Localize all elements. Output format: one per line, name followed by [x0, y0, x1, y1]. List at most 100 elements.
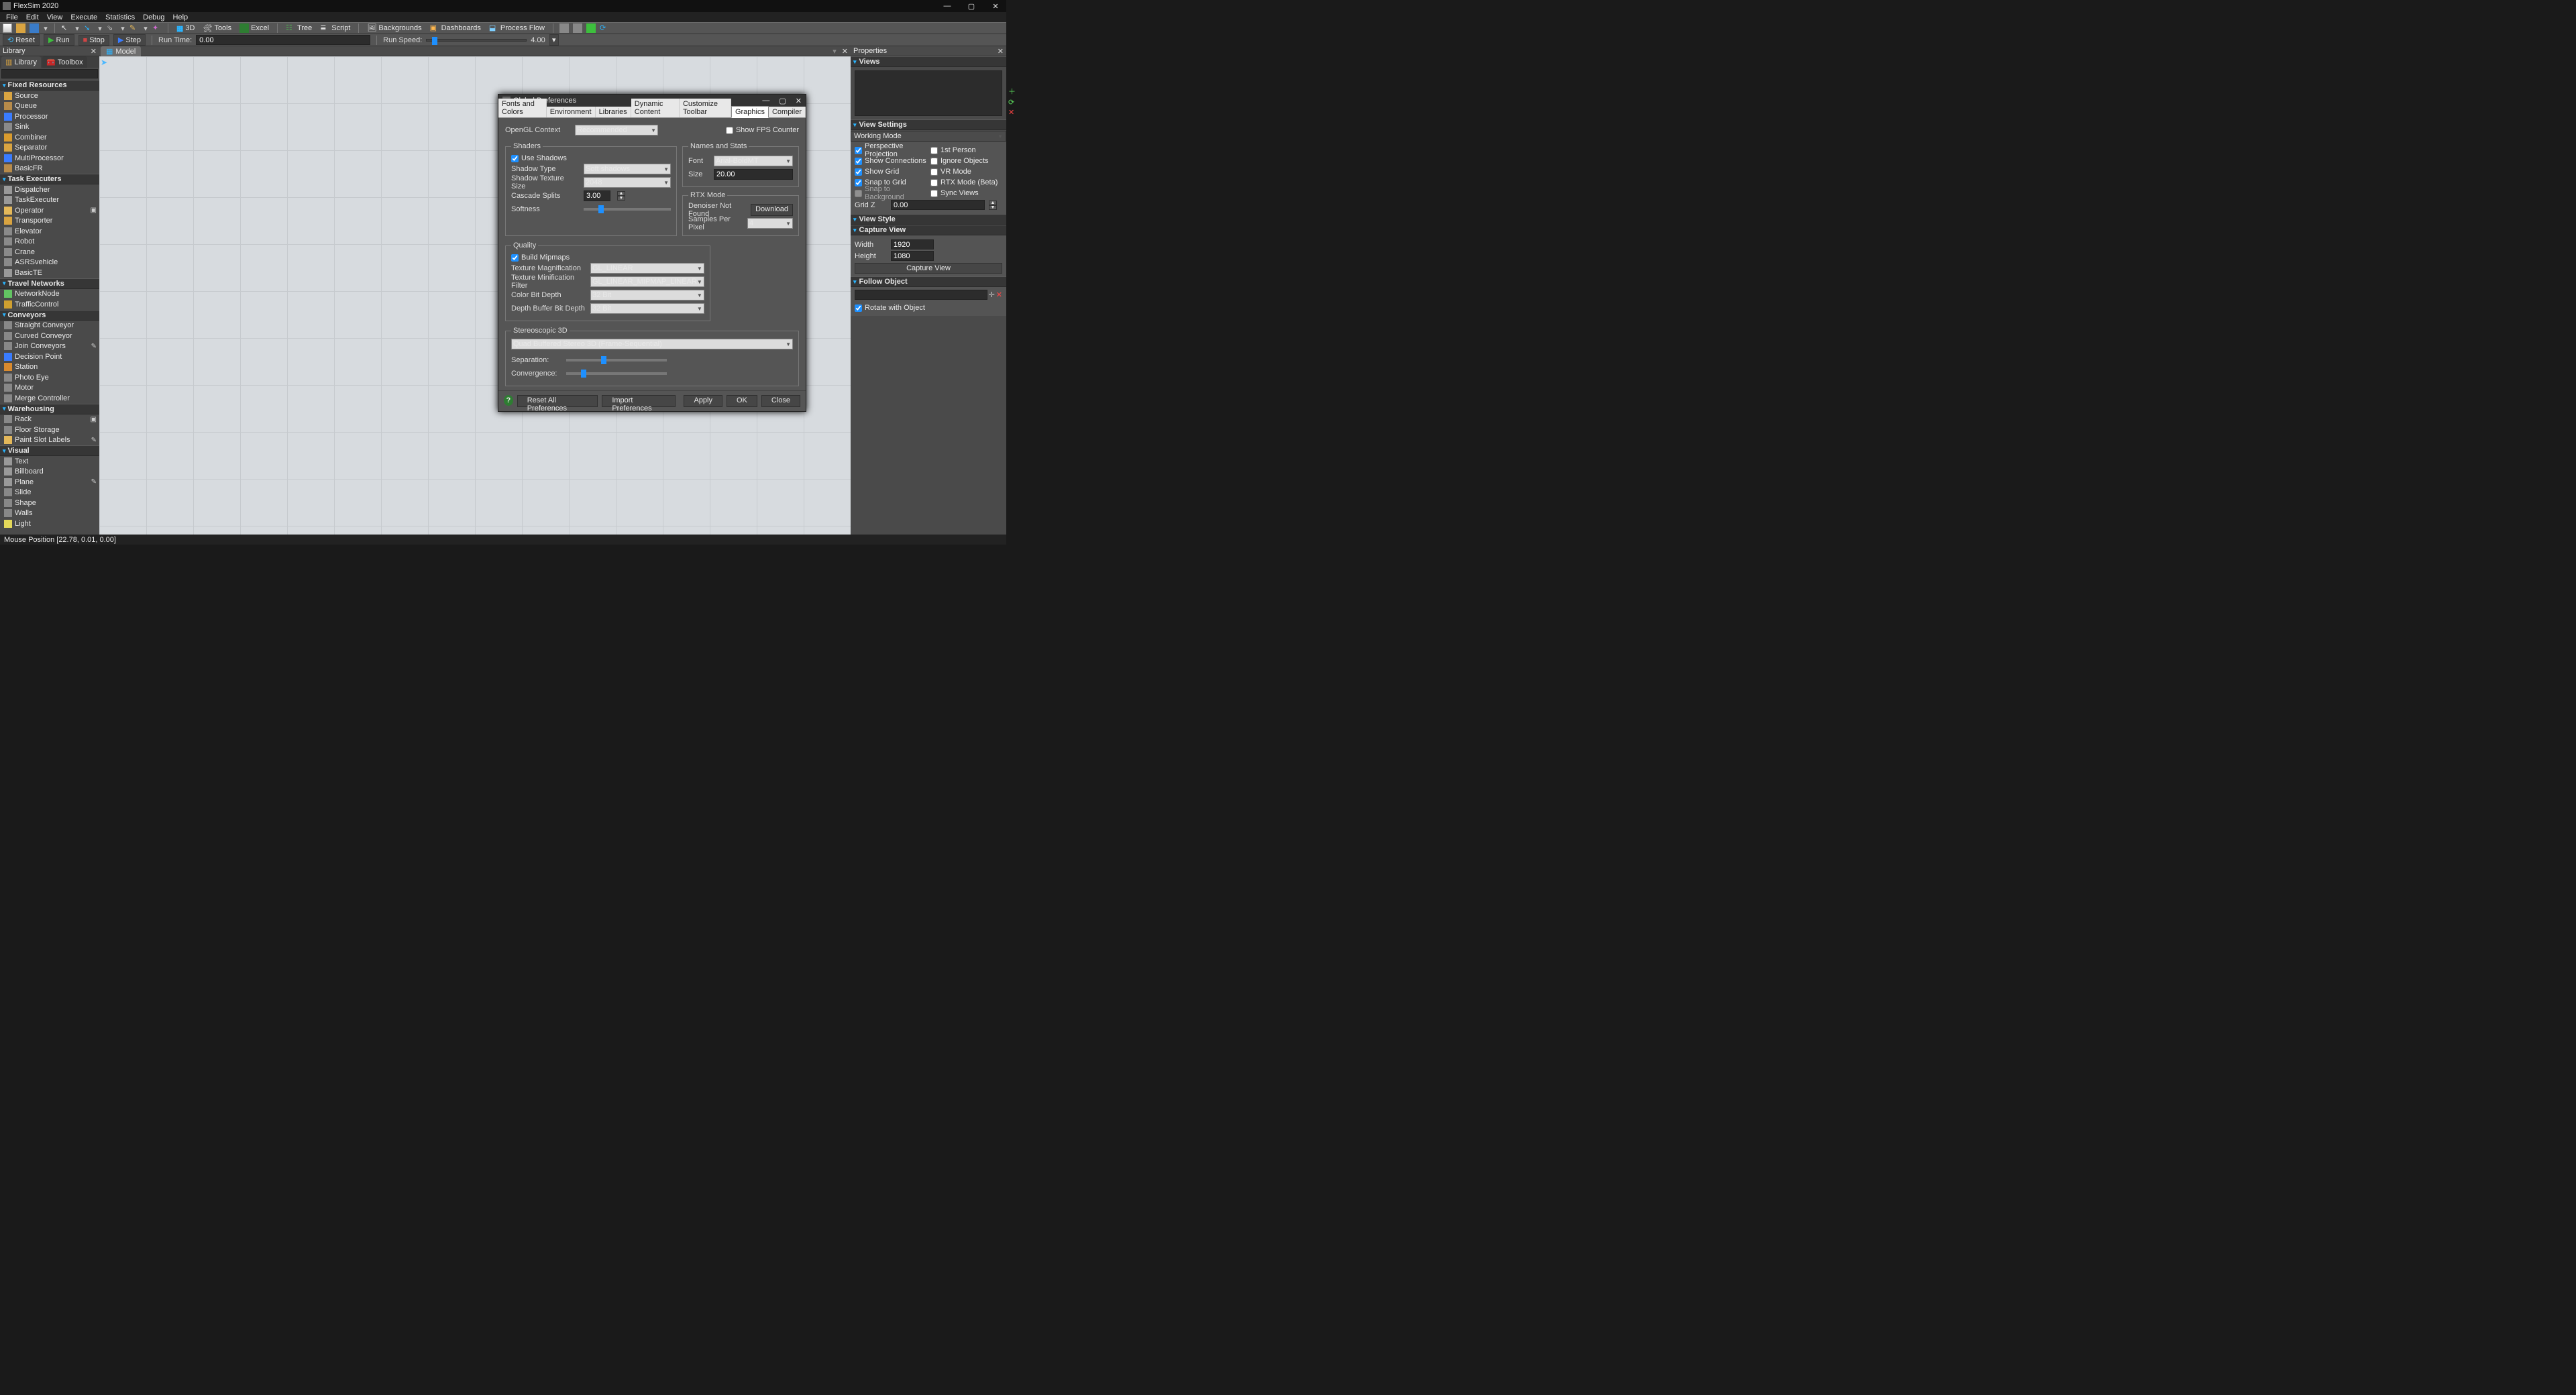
library-item[interactable]: TaskExecuter	[0, 195, 99, 206]
model-close-icon[interactable]: ✕	[842, 47, 848, 56]
library-item[interactable]: ASRSvehicle	[0, 258, 99, 268]
library-item[interactable]: Separator	[0, 143, 99, 154]
collapse-icon[interactable]: ▾	[853, 58, 857, 66]
follow-object-input[interactable]	[855, 290, 987, 300]
tex-mag-dropdown[interactable]: GL_LINEAR▼	[590, 263, 704, 274]
shadow-type-dropdown[interactable]: Soft shadows▼	[584, 164, 671, 174]
chk-show-fps[interactable]: Show FPS Counter	[726, 126, 799, 134]
chk-use-shadows[interactable]: Use Shadows	[511, 154, 671, 162]
library-item[interactable]: Rack▣	[0, 414, 99, 425]
dialog-tab[interactable]: Fonts and Colors	[498, 99, 547, 117]
convergence-slider-thumb[interactable]	[581, 370, 586, 378]
processflow-button[interactable]: Process Flow	[487, 23, 547, 33]
menu-debug[interactable]: Debug	[140, 13, 168, 21]
library-panel-close-icon[interactable]: ✕	[91, 47, 97, 56]
chk-sync-views[interactable]: Sync Views	[930, 188, 1002, 199]
pointer-dropdown[interactable]: ▾	[74, 24, 80, 33]
samples-dropdown[interactable]: 4▼	[747, 218, 793, 229]
save-dropdown-icon[interactable]: ▾	[43, 24, 48, 33]
views-delete-icon[interactable]: ✕	[1008, 108, 1016, 117]
softness-slider[interactable]	[584, 208, 671, 211]
gridz-input[interactable]	[891, 200, 985, 210]
gridz-spinner[interactable]: ▲▼	[989, 201, 997, 210]
library-item[interactable]: TrafficControl	[0, 299, 99, 310]
cascade-splits-input[interactable]: 3.00	[584, 190, 610, 201]
runspeed-menu-button[interactable]: ▾	[549, 34, 559, 46]
chk-vr-mode[interactable]: VR Mode	[930, 166, 1002, 177]
library-item[interactable]: Queue	[0, 101, 99, 112]
connect-a-dropdown[interactable]: ▾	[97, 24, 103, 33]
separation-slider-thumb[interactable]	[601, 356, 606, 364]
sampler-icon[interactable]: ✛	[989, 290, 995, 299]
views-listbox[interactable]	[855, 70, 1002, 116]
tool-extra-2-icon[interactable]	[573, 23, 582, 33]
library-item[interactable]: Walls	[0, 508, 99, 519]
library-item[interactable]: NetworkNode	[0, 289, 99, 300]
run-button[interactable]: Run	[44, 34, 74, 46]
library-item[interactable]: Source	[0, 91, 99, 101]
dialog-tab[interactable]: Libraries	[596, 107, 631, 117]
library-item[interactable]: BasicTE	[0, 268, 99, 278]
close-button[interactable]: Close	[761, 395, 800, 407]
help-icon[interactable]: ?	[504, 395, 513, 406]
library-item[interactable]: Station	[0, 362, 99, 373]
library-category[interactable]: ▾Visual	[0, 445, 99, 456]
library-item[interactable]: Floor Storage	[0, 425, 99, 435]
reset-all-preferences-button[interactable]: Reset All Preferences	[517, 395, 598, 407]
library-item[interactable]: MultiProcessor	[0, 153, 99, 164]
color-depth-dropdown[interactable]: 32 Bit▼	[590, 290, 704, 300]
library-search-input[interactable]	[1, 69, 98, 78]
connect-s-icon[interactable]: ⇘	[107, 23, 116, 33]
library-item[interactable]: Text	[0, 456, 99, 467]
dialog-maximize-icon[interactable]: ▢	[779, 97, 786, 105]
library-category[interactable]: ▾Travel Networks	[0, 278, 99, 289]
ok-button[interactable]: OK	[727, 395, 757, 407]
excel-button[interactable]: Excel	[237, 23, 271, 33]
library-item[interactable]: Straight Conveyor	[0, 321, 99, 331]
save-file-icon[interactable]	[30, 23, 39, 33]
library-item[interactable]: Elevator	[0, 226, 99, 237]
font-dropdown[interactable]: Arial-BoldMT▼	[714, 156, 793, 166]
menu-view[interactable]: View	[44, 13, 66, 21]
stereo-mode-dropdown[interactable]: Quad Buffered Stereo 3D (Frame-Sequentia…	[511, 339, 793, 349]
cascade-spinner[interactable]: ▲▼	[617, 191, 625, 201]
runspeed-slider[interactable]	[426, 39, 527, 42]
open-file-icon[interactable]	[16, 23, 25, 33]
capture-height-input[interactable]	[891, 251, 934, 261]
library-item[interactable]: Transporter	[0, 216, 99, 227]
chk-ignore-objects[interactable]: Ignore Objects	[930, 156, 1002, 166]
dialog-minimize-icon[interactable]: —	[762, 97, 769, 105]
follow-clear-icon[interactable]: ✕	[996, 290, 1002, 299]
menu-help[interactable]: Help	[170, 13, 192, 21]
dialog-close-icon[interactable]: ✕	[796, 97, 802, 105]
chk-rtx-beta[interactable]: RTX Mode (Beta)	[930, 177, 1002, 188]
stop-button[interactable]: Stop	[78, 35, 109, 46]
depth-buffer-dropdown[interactable]: 32 Bit▼	[590, 303, 704, 314]
library-category[interactable]: ▾Fixed Resources	[0, 80, 99, 91]
library-item[interactable]: Shape	[0, 498, 99, 508]
tab-toolbox[interactable]: 🧰Toolbox	[42, 56, 87, 68]
menu-statistics[interactable]: Statistics	[102, 13, 138, 21]
step-button[interactable]: Step	[113, 34, 146, 46]
size-input[interactable]: 20.00	[714, 169, 793, 180]
views-add-icon[interactable]: ＋	[1008, 86, 1016, 97]
runspeed-slider-thumb[interactable]	[432, 37, 437, 45]
model-expand-icon[interactable]: ➤	[101, 58, 107, 67]
dialog-tab[interactable]: Dynamic Content	[631, 99, 680, 117]
library-item[interactable]: Billboard	[0, 467, 99, 478]
library-item[interactable]: Paint Slot Labels✎	[0, 435, 99, 446]
softness-slider-thumb[interactable]	[598, 205, 604, 213]
library-item[interactable]: Plane✎	[0, 477, 99, 488]
library-category[interactable]: ▾Conveyors	[0, 310, 99, 321]
library-item[interactable]: BasicFR	[0, 164, 99, 174]
library-item[interactable]: Processor	[0, 111, 99, 122]
chk-show-connections[interactable]: Show Connections	[855, 156, 926, 166]
tool-extra-1-icon[interactable]	[559, 23, 569, 33]
library-item[interactable]: Combiner	[0, 132, 99, 143]
library-category[interactable]: ▾Warehousing	[0, 404, 99, 414]
library-item[interactable]: Decision Point	[0, 351, 99, 362]
dialog-tab[interactable]: Compiler	[769, 107, 806, 117]
capture-view-button[interactable]: Capture View	[855, 263, 1002, 274]
dialog-tab[interactable]: Customize Toolbar	[680, 99, 731, 117]
edit-tool-dropdown[interactable]: ▾	[143, 24, 148, 33]
